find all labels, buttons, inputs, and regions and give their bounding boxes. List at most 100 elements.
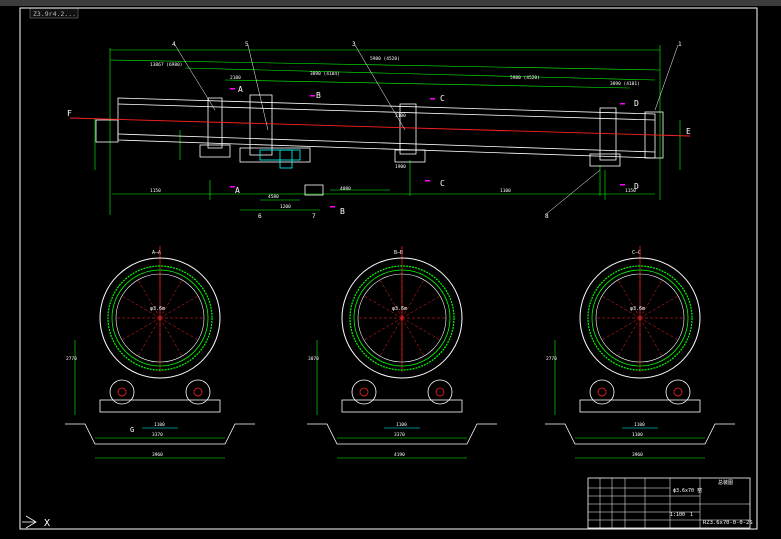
radial-line xyxy=(159,295,199,319)
section-letters: A B C D A B C D F E xyxy=(67,85,691,216)
part-number-4: 4 xyxy=(172,41,176,48)
radial-line xyxy=(159,317,183,357)
drawing-frame xyxy=(19,7,758,530)
width-dim-text: 3370 xyxy=(152,432,163,438)
radial-line xyxy=(601,317,641,341)
dim-text: 3890 (4101) xyxy=(610,81,640,87)
height-dim-text: 2770 xyxy=(66,356,77,362)
part-number-1: 1 xyxy=(678,41,682,48)
ucs-axis-icon: X xyxy=(22,515,50,529)
ucs-x-label: X xyxy=(44,518,50,529)
radial-line xyxy=(401,279,425,319)
radial-line xyxy=(401,317,425,357)
dim-text: 1200 xyxy=(280,204,291,210)
section-marker-g: G xyxy=(130,426,134,434)
dim-text: 13867 (6980) xyxy=(150,62,183,68)
kiln-shell xyxy=(95,97,664,159)
dim-text: 5980 (4520) xyxy=(370,56,400,62)
section-letter-f: F xyxy=(67,109,72,118)
overall-dim-text: 3960 xyxy=(632,452,643,458)
dim-text: 1100 xyxy=(500,188,511,194)
section-letter-c-bottom: C xyxy=(440,179,445,188)
section-letter-b-top: B xyxy=(316,91,321,100)
roller-hub xyxy=(359,387,369,397)
dim-text: 2100 xyxy=(230,75,241,81)
radial-line xyxy=(617,317,641,357)
radial-line xyxy=(639,317,663,357)
section-letter-a-bottom: A xyxy=(235,186,240,195)
part-leader-lines xyxy=(174,44,679,216)
section-c-c: C—C2770110039601100φ3.6m xyxy=(545,246,735,459)
radial-line xyxy=(379,279,403,319)
part-number-3: 3 xyxy=(352,41,356,48)
elevation-dimension-texts: 13867 (6980) 3890 (4104) 5980 (4520) 598… xyxy=(150,56,640,210)
part-number-8: 8 xyxy=(545,213,549,220)
radial-line xyxy=(617,279,641,319)
roller-hub xyxy=(117,387,127,397)
part-numbers: 4 5 3 1 6 7 8 xyxy=(172,41,682,220)
radial-line xyxy=(639,279,663,319)
title-sheet-label: 总装图 xyxy=(718,479,733,486)
dim-text: 5980 (4520) xyxy=(510,75,540,81)
title-scale: 1:100 xyxy=(670,512,685,518)
roller-hub xyxy=(193,387,203,397)
base-frame xyxy=(341,399,463,413)
dim-text: 1150 xyxy=(625,188,636,194)
dim-text: 4580 xyxy=(268,194,279,200)
section-letter-b-bottom: B xyxy=(340,207,345,216)
section-b-b: B—B3070337041901100φ3.6m xyxy=(307,246,497,459)
radial-line xyxy=(121,317,161,341)
radial-line xyxy=(159,279,183,319)
drawing-tab-label: Z3.9r4.2... xyxy=(33,10,76,18)
radial-line xyxy=(137,279,161,319)
title-sheet: 1 xyxy=(690,512,693,518)
width-dim-text: 1100 xyxy=(632,432,643,438)
elevation-dimension-lines xyxy=(94,45,681,215)
roller-hub xyxy=(597,387,607,397)
roller-hub xyxy=(435,387,445,397)
window-top-bar xyxy=(0,0,781,6)
kiln-axis-centerline xyxy=(69,117,691,137)
section-letter-e: E xyxy=(686,127,691,136)
drive-assembly xyxy=(259,149,301,169)
part-number-5: 5 xyxy=(245,41,249,48)
radial-line xyxy=(379,317,403,357)
section-a-a: A—A2770337039601100φ3.6mG xyxy=(65,246,255,459)
diameter-label: φ3.6m xyxy=(630,306,645,312)
radial-line xyxy=(639,317,679,341)
height-dim-text: 3070 xyxy=(308,356,319,362)
section-letter-c-top: C xyxy=(440,94,445,103)
span-dim-text: 1100 xyxy=(396,422,407,428)
width-dim-text: 3370 xyxy=(394,432,405,438)
dim-text: 3100 xyxy=(395,113,406,119)
span-dim-text: 1100 xyxy=(154,422,165,428)
roller-hub xyxy=(673,387,683,397)
height-dim-text: 2770 xyxy=(546,356,557,362)
overall-dim-text: 4190 xyxy=(394,452,405,458)
base-frame xyxy=(579,399,701,413)
diameter-label: φ3.6m xyxy=(150,306,165,312)
drawing-number: RZ3.6x70-0-0-2S xyxy=(703,520,753,526)
radial-line xyxy=(363,317,403,341)
radial-line xyxy=(401,317,441,341)
part-number-6: 6 xyxy=(258,213,262,220)
dim-text: 4080 xyxy=(340,186,351,192)
radial-line xyxy=(639,295,679,319)
radial-line xyxy=(159,317,199,341)
diameter-label: φ3.6m xyxy=(392,306,407,312)
radial-line xyxy=(137,317,161,357)
cross-sections: A—A2770337039601100φ3.6mGB—B307033704190… xyxy=(65,246,735,459)
overall-dim-text: 3960 xyxy=(152,452,163,458)
title-project: ϕ3.6x70 窑 xyxy=(673,487,702,494)
section-letter-d-top: D xyxy=(634,99,639,108)
dim-text: 1150 xyxy=(150,188,161,194)
section-letter-a-top: A xyxy=(238,85,243,94)
dim-text: 1900 xyxy=(395,164,406,170)
radial-line xyxy=(401,295,441,319)
kiln-elevation-view: A B C D A B C D F E 4 5 3 1 6 7 8 13867 … xyxy=(67,41,691,220)
part-number-7: 7 xyxy=(312,213,316,220)
dim-text: 3890 (4104) xyxy=(310,71,340,77)
cad-drawing-canvas[interactable]: Z3.9r4.2... A B C D A B C D F E 4 5 3 1 … xyxy=(0,0,781,539)
span-dim-text: 1100 xyxy=(634,422,645,428)
title-block: ϕ3.6x70 窑 总装图 RZ3.6x70-0-0-2S 1:100 1 xyxy=(587,477,753,529)
